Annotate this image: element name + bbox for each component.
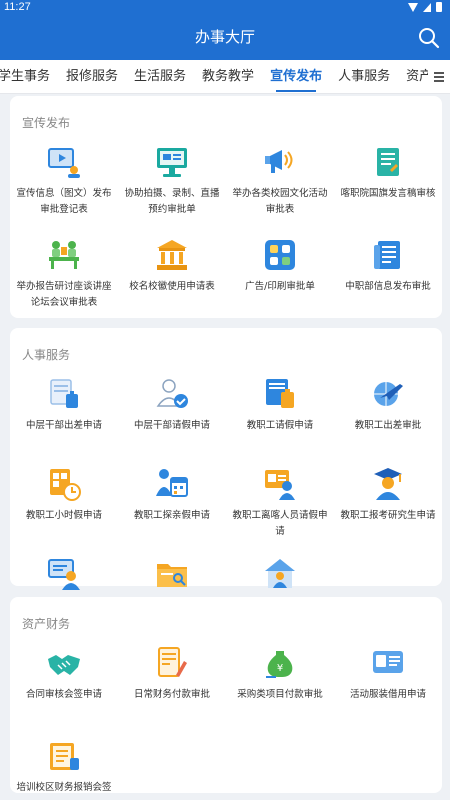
service-item-label: 广告/印刷审批单 [245,281,315,292]
service-item-label: 教职工出差审批 [354,420,422,431]
service-item-label: 协助拍摄、录制、直播预约审批单 [124,188,220,215]
luggage-icon [46,376,82,412]
app-grid-icon [262,237,298,273]
document-icon [370,144,406,180]
service-item-label: 日常财务付款审批 [133,689,210,700]
tab-1[interactable]: 报修服务 [58,60,126,93]
service-grid: 合同审核会签申请 日常财务付款审批 ¥ 采购类项目付款审批 活动服装借用申请培训校区财务… [10,641,442,800]
category-tabs: 学生事务报修服务生活服务教务教学宣传发布人事服务资产财务其他 [0,60,450,94]
service-item-label: 教职工报考研究生申请 [340,510,436,521]
section-title: 宣传发布 [22,116,71,130]
tab-3[interactable]: 教务教学 [194,60,262,93]
service-item[interactable]: 中层干部请假申请 [118,372,226,462]
status-time: 11:27 [4,1,31,13]
folder-search-icon [154,556,190,592]
service-item[interactable]: 教职工小时假申请 [10,462,118,552]
institution-icon [154,237,190,273]
service-item-label: 宣传信息（图文）发布审批登记表 [16,188,112,215]
service-item[interactable]: 教职工报考研究生申请 [334,462,442,552]
status-bar: 11:27 [0,0,450,14]
service-item[interactable]: 中层干部出差申请 [10,372,118,462]
service-item-label: 举办报告研讨座谈讲座论坛会议审批表 [16,281,112,308]
handshake-icon [46,645,82,681]
presentation-icon [46,144,82,180]
tab-4[interactable]: 宣传发布 [262,60,330,93]
section-publicity: 宣传发布 宣传信息（图文）发布审批登记表 协助拍摄、录制、直播预约审批单 举办各类校… [10,96,442,318]
service-item[interactable]: 合同审核会签申请 [10,641,118,734]
service-item[interactable]: 教职工出差审批 [334,372,442,462]
service-item-label: 校名校徽使用申请表 [129,281,215,292]
service-item[interactable]: 培训校区财务报销会签 [10,734,118,800]
megaphone-icon [262,144,298,180]
service-item[interactable]: 宣传信息（图文）发布审批登记表 [10,140,118,233]
service-item[interactable]: 广告/印刷审批单 [226,233,334,326]
service-grid: 宣传信息（图文）发布审批登记表 协助拍摄、录制、直播预约审批单 举办各类校园文化活动… [10,140,442,326]
service-item-label: 合同审核会签申请 [25,689,102,700]
tabs-menu-icon[interactable] [428,60,450,93]
service-item[interactable]: 校名校徽使用申请表 [118,233,226,326]
invoice-pen-icon [154,645,190,681]
page-title: 办事大厅 [194,28,255,46]
service-item[interactable]: 举办报告研讨座谈讲座论坛会议审批表 [10,233,118,326]
wifi-icon [408,2,418,12]
service-item[interactable]: 喀职院国旗发言稿审核 [334,140,442,233]
service-item-label: 中层干部出差申请 [25,420,102,431]
section-title: 资产财务 [22,617,71,631]
service-item-label: 教职工请假申请 [246,420,314,431]
teacher-board-icon [46,556,82,592]
service-item-label: 举办各类校园文化活动审批表 [232,188,328,215]
service-item-label: 中层干部请假申请 [133,420,210,431]
service-item-label: 喀职院国旗发言稿审核 [340,188,436,199]
user-check-icon [154,376,190,412]
tab-5[interactable]: 人事服务 [330,60,398,93]
battery-icon [436,2,442,12]
suitcase-doc-icon [262,376,298,412]
money-bag-icon: ¥ [262,645,298,681]
service-item-label: 活动服装借用申请 [349,689,426,700]
tab-2[interactable]: 生活服务 [126,60,194,93]
service-item-label: 教职工小时假申请 [25,510,102,521]
service-item-label: 教职工探亲假申请 [133,510,210,521]
service-item[interactable]: 举办各类校园文化活动审批表 [226,140,334,233]
graduate-icon [370,466,406,502]
tabs-track: 学生事务报修服务生活服务教务教学宣传发布人事服务资产财务其他 [0,60,450,93]
video-screen-icon [154,144,190,180]
service-item-label: 采购类项目付款审批 [237,689,323,700]
service-item[interactable]: 日常财务付款审批 [118,641,226,734]
house-person-icon [262,556,298,592]
service-item[interactable]: 中职部信息发布审批 [334,233,442,326]
service-item[interactable]: 教职工探亲假申请 [118,462,226,552]
id-person-icon [262,466,298,502]
tab-0[interactable]: 学生事务 [0,60,58,93]
service-item-label: 中职部信息发布审批 [345,281,431,292]
section-personnel: 人事服务 中层干部出差申请 中层干部请假申请 教职工请假申请 教职工出差审批教职工小时… [10,328,442,627]
app-bar: 办事大厅 [0,14,450,60]
airplane-globe-icon [370,376,406,412]
service-item[interactable]: 协助拍摄、录制、直播预约审批单 [118,140,226,233]
status-icons [408,2,442,12]
service-item[interactable]: 教职工离喀人员请假申请 [226,462,334,552]
news-icon [370,237,406,273]
service-item[interactable]: 教职工请假申请 [226,372,334,462]
signal-icon [423,2,431,12]
ledger-icon [46,738,82,774]
meeting-icon [46,237,82,273]
service-item[interactable]: ¥ 采购类项目付款审批 [226,641,334,734]
service-item-label: 教职工离喀人员请假申请 [232,510,328,537]
svg-text:¥: ¥ [277,663,283,674]
section-finance: 资产财务 合同审核会签申请 日常财务付款审批 ¥ 采购类项目付款审批 活动服装借用申请培… [10,597,442,793]
id-card-icon [370,645,406,681]
calendar-person-icon [154,466,190,502]
search-icon[interactable] [418,27,440,49]
section-title: 人事服务 [22,348,71,362]
service-item[interactable]: 活动服装借用申请 [334,641,442,734]
service-item-label: 培训校区财务报销会签 [16,782,112,793]
clock-person-icon [46,466,82,502]
